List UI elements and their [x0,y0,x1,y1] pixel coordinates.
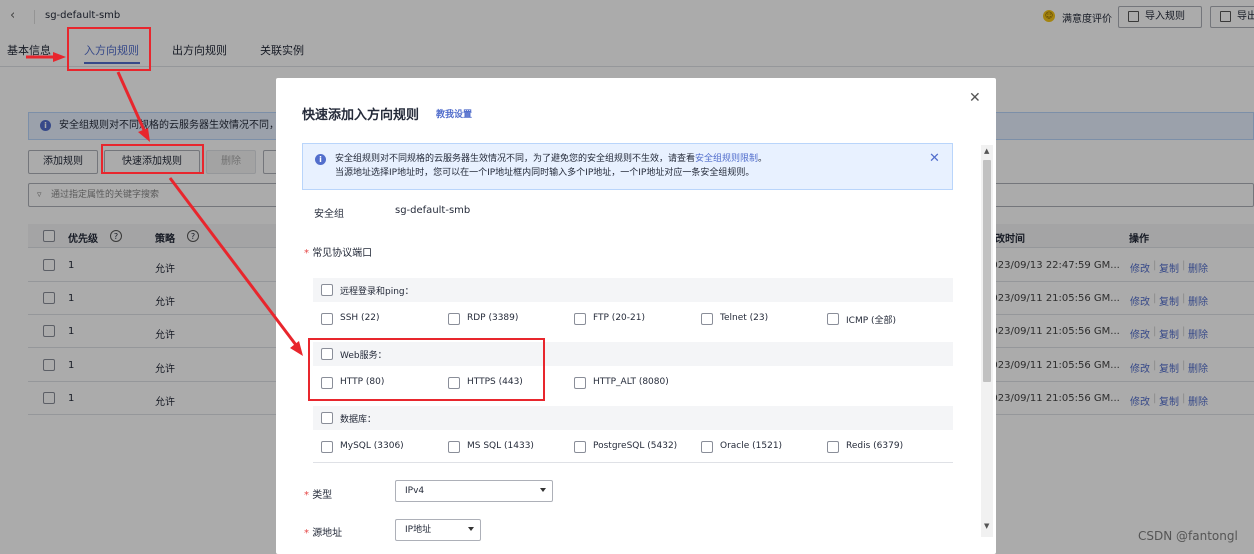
arrow-head [53,52,66,62]
watermark: CSDN @fantongl [1138,529,1238,543]
annotation-arrows [26,52,303,356]
arrow-to-quick-add [116,71,146,131]
arrow-head [290,341,303,356]
arrow-to-web-services [168,177,298,346]
arrow-head [138,128,150,142]
